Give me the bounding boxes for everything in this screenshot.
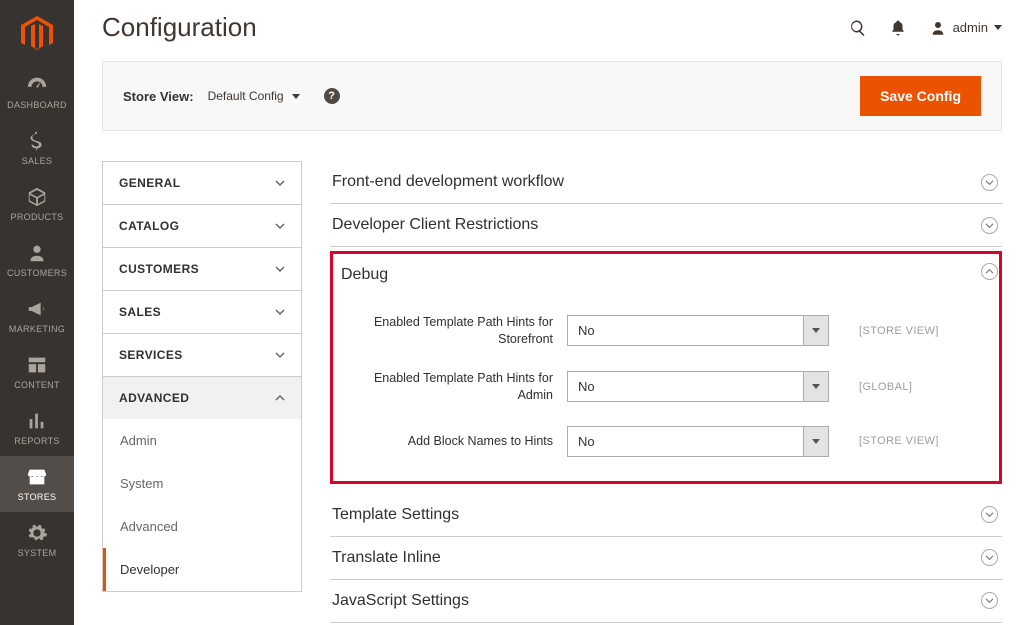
chevron-down-icon [292, 94, 300, 99]
gear-icon [26, 522, 48, 544]
nav-sales[interactable]: SALES [0, 120, 74, 176]
nav-reports[interactable]: REPORTS [0, 400, 74, 456]
config-item-admin[interactable]: Admin [103, 419, 301, 462]
select-template-hints-admin[interactable]: No [567, 371, 829, 402]
admin-nav-rail: DASHBOARD SALES PRODUCTS CUSTOMERS MARKE… [0, 0, 74, 625]
config-section-services[interactable]: SERVICES [103, 334, 301, 376]
save-config-button[interactable]: Save Config [860, 76, 981, 116]
config-section-advanced[interactable]: ADVANCED [103, 377, 301, 419]
config-item-developer[interactable]: Developer [103, 548, 301, 591]
help-icon[interactable]: ? [324, 88, 340, 104]
section-developer-client-restrictions[interactable]: Developer Client Restrictions [330, 204, 1002, 247]
chevron-down-icon [803, 426, 829, 457]
section-debug-container: Debug Enabled Template Path Hints for St… [330, 251, 1002, 484]
section-translate-inline[interactable]: Translate Inline [330, 537, 1002, 580]
section-frontend-workflow[interactable]: Front-end development workflow [330, 161, 1002, 204]
store-view-select[interactable]: Default Config [208, 89, 300, 103]
megaphone-icon [26, 298, 48, 320]
user-icon [929, 19, 947, 37]
chevron-down-icon [275, 221, 285, 231]
scope-label: [STORE VIEW] [859, 325, 939, 337]
gauge-icon [26, 74, 48, 96]
section-javascript-settings[interactable]: JavaScript Settings [330, 580, 1002, 623]
admin-username: admin [953, 20, 988, 35]
bar-chart-icon [26, 410, 48, 432]
magento-logo-icon [19, 16, 55, 52]
config-section-general[interactable]: GENERAL [103, 162, 301, 204]
expand-icon [981, 174, 998, 191]
config-content: GENERAL CATALOG CUSTOMERS SALES SERVICES… [102, 161, 1002, 623]
select-template-hints-storefront[interactable]: No [567, 315, 829, 346]
admin-user-menu[interactable]: admin [929, 19, 1002, 37]
nav-dashboard[interactable]: DASHBOARD [0, 64, 74, 120]
expand-icon [981, 506, 998, 523]
chevron-down-icon [803, 315, 829, 346]
select-block-names-hints[interactable]: No [567, 426, 829, 457]
store-view-label: Store View: [123, 89, 194, 104]
field-template-hints-storefront: Enabled Template Path Hints for Storefro… [339, 314, 975, 348]
layout-icon [26, 354, 48, 376]
scope-label: [STORE VIEW] [859, 435, 939, 447]
nav-products[interactable]: PRODUCTS [0, 176, 74, 232]
config-section-customers[interactable]: CUSTOMERS [103, 248, 301, 290]
config-toolbar: Store View: Default Config ? Save Config [102, 61, 1002, 131]
chevron-down-icon [994, 25, 1002, 30]
nav-customers[interactable]: CUSTOMERS [0, 232, 74, 288]
chevron-down-icon [275, 178, 285, 188]
collapse-icon[interactable] [981, 263, 998, 280]
nav-stores[interactable]: STORES [0, 456, 74, 512]
config-sidebar: GENERAL CATALOG CUSTOMERS SALES SERVICES… [102, 161, 302, 623]
chevron-up-icon [275, 393, 285, 403]
chevron-down-icon [275, 307, 285, 317]
nav-marketing[interactable]: MARKETING [0, 288, 74, 344]
store-view-switcher: Store View: Default Config ? [123, 88, 340, 104]
config-item-system[interactable]: System [103, 462, 301, 505]
config-section-advanced-items: Admin System Advanced Developer [103, 419, 301, 591]
settings-panel: Front-end development workflow Developer… [330, 161, 1002, 623]
bell-icon[interactable] [889, 19, 907, 37]
header-tools: admin [849, 19, 1002, 37]
nav-system[interactable]: SYSTEM [0, 512, 74, 568]
box-icon [26, 186, 48, 208]
nav-content[interactable]: CONTENT [0, 344, 74, 400]
store-view-value: Default Config [208, 89, 284, 103]
chevron-down-icon [275, 350, 285, 360]
person-icon [26, 242, 48, 264]
scope-label: [GLOBAL] [859, 381, 912, 393]
config-section-sales[interactable]: SALES [103, 291, 301, 333]
section-debug-header[interactable]: Debug [339, 266, 975, 292]
main-content: Configuration admin Store View: Default … [74, 0, 1024, 625]
chevron-down-icon [803, 371, 829, 402]
page-header: Configuration admin [102, 12, 1002, 43]
field-block-names-hints: Add Block Names to Hints No [STORE VIEW] [339, 426, 975, 457]
chevron-down-icon [275, 264, 285, 274]
expand-icon [981, 217, 998, 234]
section-debug: Debug Enabled Template Path Hints for St… [330, 251, 1002, 484]
dollar-icon [26, 130, 48, 152]
search-icon[interactable] [849, 19, 867, 37]
page-title: Configuration [102, 12, 257, 43]
expand-icon [981, 549, 998, 566]
expand-icon [981, 592, 998, 609]
config-section-catalog[interactable]: CATALOG [103, 205, 301, 247]
storefront-icon [26, 466, 48, 488]
config-item-advanced[interactable]: Advanced [103, 505, 301, 548]
section-template-settings[interactable]: Template Settings [330, 494, 1002, 537]
field-template-hints-admin: Enabled Template Path Hints for Admin No… [339, 370, 975, 404]
